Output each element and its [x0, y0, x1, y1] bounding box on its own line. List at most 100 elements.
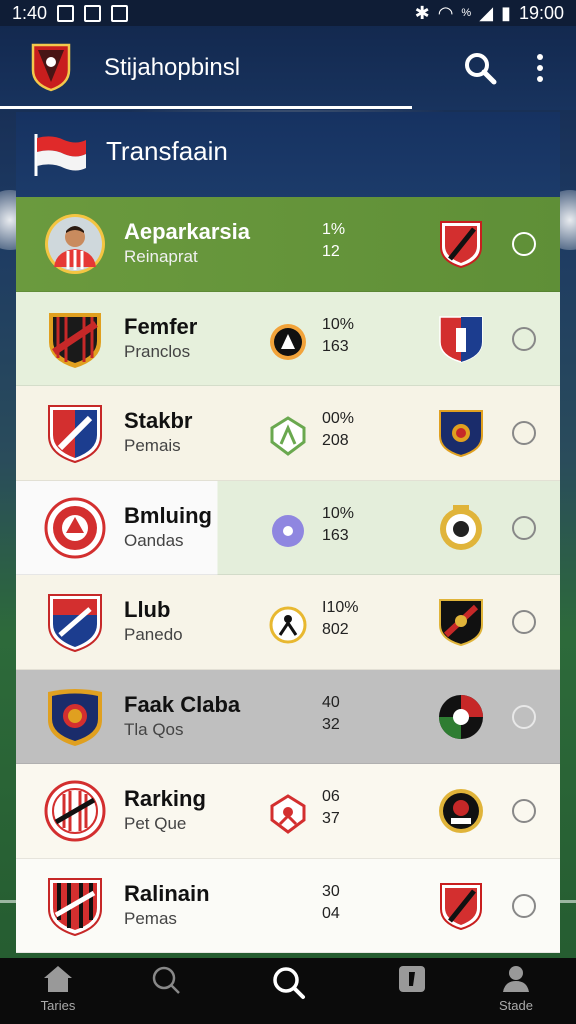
- club-list: Aeparkarsia Reinaprat 1% 12 Femfer Pranc…: [16, 197, 560, 953]
- stat-value: 802: [322, 621, 349, 638]
- club-name: Bmluing: [124, 502, 212, 528]
- bottom-navigation: Taries Stade: [0, 958, 576, 1024]
- club-logo[interactable]: [30, 42, 72, 92]
- app-bar: Stijahopbinsl: [0, 26, 576, 110]
- red-shield-crest-icon: [440, 221, 482, 269]
- gallery-icon: [111, 4, 129, 22]
- list-item[interactable]: Faak Claba Tla Qos 40 32: [16, 669, 560, 764]
- club-name: Ralinain: [124, 880, 210, 906]
- club-subtitle: Oandas: [124, 530, 184, 550]
- red-blue-shield-crest-icon: [48, 405, 102, 464]
- list-item[interactable]: Bmluing Oandas 10% 163: [16, 480, 560, 575]
- list-item[interactable]: Rarking Pet Que 06 37: [16, 764, 560, 859]
- stat-percent: 10%: [322, 315, 355, 333]
- stat-value: 208: [322, 432, 349, 449]
- list-item[interactable]: Stakbr Pemais 00% 208: [16, 386, 560, 481]
- stat-percent: I10%: [322, 599, 359, 616]
- status-bar: 1:40 ✱ ◠ % ◢ ▮ 19:00: [0, 0, 576, 26]
- orange-circle-icon: [270, 323, 306, 360]
- yellow-circle-icon: [269, 606, 307, 644]
- more-options-icon[interactable]: [528, 50, 552, 86]
- status-time-left: 1:40: [12, 2, 48, 23]
- club-name: Aeparkarsia: [124, 219, 250, 244]
- gold-round-crest-icon: [440, 504, 482, 550]
- stat-percent: 1%: [322, 221, 346, 238]
- select-radio[interactable]: [512, 515, 536, 540]
- app-title: Stijahopbinsl: [104, 54, 241, 81]
- club-subtitle: Reinaprat: [124, 247, 198, 266]
- notification-icon: [57, 4, 75, 22]
- stat-percent: 00%: [322, 410, 355, 427]
- club-subtitle: Pemais: [124, 436, 181, 455]
- image-icon: [84, 4, 102, 22]
- bluetooth-icon: ✱: [414, 2, 430, 23]
- purple-circle-icon: [272, 514, 304, 547]
- club-subtitle: Pet Que: [124, 814, 187, 833]
- status-time-right: 19:00: [518, 2, 564, 23]
- nav-home-label: Taries: [40, 998, 76, 1013]
- stat-value: 12: [322, 243, 340, 260]
- navy-gold-crest-icon: [48, 688, 102, 746]
- nav-browse[interactable]: [136, 964, 196, 1020]
- tab-indicator: [0, 106, 412, 109]
- club-name: Femfer: [124, 313, 198, 339]
- club-subtitle: Tla Qos: [124, 719, 184, 739]
- club-subtitle: Panedo: [124, 625, 183, 644]
- club-name: Rarking: [124, 786, 206, 811]
- stat-percent: 06: [322, 788, 340, 805]
- black-red-striped-crest-icon: [49, 312, 101, 368]
- navy-shield-crest-icon: [439, 410, 483, 458]
- list-item[interactable]: Llub Panedo I10% 802: [16, 575, 560, 670]
- club-name: Faak Claba: [124, 691, 241, 717]
- black-yellow-shield-crest-icon: [439, 599, 483, 647]
- stat-value: 163: [322, 526, 349, 544]
- flag-icon: [34, 134, 86, 176]
- search-icon: [273, 967, 305, 999]
- red-blue-shield-crest-icon: [439, 315, 483, 363]
- green-shield-icon: [270, 416, 306, 456]
- club-name: Stakbr: [124, 408, 193, 433]
- search-icon[interactable]: [462, 50, 498, 86]
- nav-home[interactable]: Taries: [28, 964, 88, 1020]
- select-radio[interactable]: [512, 326, 536, 351]
- signal-icon: ◢: [479, 2, 494, 23]
- card-icon: [399, 966, 425, 992]
- stat-percent: 40: [322, 693, 340, 711]
- select-radio[interactable]: [512, 893, 536, 918]
- red-round-crest-icon: [44, 497, 106, 558]
- player-avatar: [45, 214, 105, 274]
- stat-value: 37: [322, 810, 340, 827]
- select-radio[interactable]: [512, 610, 536, 634]
- club-subtitle: Pranclos: [124, 341, 191, 361]
- red-striped-round-crest-icon: [44, 780, 106, 842]
- red-black-shield-crest-icon: [48, 877, 102, 936]
- profile-icon: [503, 966, 529, 992]
- network-label: %: [461, 7, 472, 19]
- red-shield-crest-icon: [440, 882, 482, 930]
- stat-percent: 10%: [322, 504, 355, 522]
- select-radio[interactable]: [512, 421, 536, 445]
- select-radio[interactable]: [512, 799, 536, 823]
- stat-value: 04: [322, 904, 340, 922]
- red-blue-shield-crest-icon: [48, 594, 102, 653]
- red-green-round-crest-icon: [439, 694, 483, 739]
- home-icon: [44, 966, 72, 992]
- red-shield-icon: [270, 794, 306, 834]
- nav-cards[interactable]: [382, 964, 442, 1020]
- list-item[interactable]: Aeparkarsia Reinaprat 1% 12: [16, 197, 560, 292]
- list-item[interactable]: Femfer Pranclos 10% 163: [16, 291, 560, 386]
- section-title: Transfaain: [106, 136, 228, 166]
- section-header: Transfaain: [16, 112, 560, 198]
- battery-icon: ▮: [501, 2, 511, 23]
- search-outline-icon: [152, 966, 180, 994]
- nav-search[interactable]: [258, 964, 318, 1020]
- black-red-round-crest-icon: [439, 789, 483, 833]
- club-subtitle: Pemas: [124, 908, 177, 928]
- select-radio[interactable]: [512, 704, 536, 729]
- nav-profile-label: Stade: [499, 998, 533, 1013]
- list-item[interactable]: Ralinain Pemas 30 04: [16, 858, 560, 953]
- stat-value: 32: [322, 715, 340, 733]
- select-radio[interactable]: [512, 232, 536, 256]
- nav-profile[interactable]: Stade: [486, 964, 546, 1020]
- stat-percent: 30: [322, 882, 340, 900]
